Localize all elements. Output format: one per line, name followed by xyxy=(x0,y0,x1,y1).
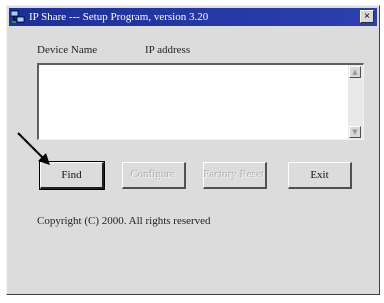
list-scrollbar[interactable]: ▲ ▼ xyxy=(348,65,363,139)
column-header-ip-address: IP address xyxy=(145,44,191,56)
factory-reset-button[interactable]: Factory Reset xyxy=(203,162,267,189)
device-list[interactable]: ▲ ▼ xyxy=(37,63,364,140)
network-app-icon xyxy=(10,10,25,24)
scroll-up-icon[interactable]: ▲ xyxy=(349,66,361,78)
scroll-down-icon[interactable]: ▼ xyxy=(349,126,361,138)
pointer-arrow-icon xyxy=(17,132,50,165)
setup-window: IP Share --- Setup Program, version 3.20… xyxy=(6,5,380,295)
window-title: IP Share --- Setup Program, version 3.20 xyxy=(29,11,209,23)
close-button[interactable]: × xyxy=(360,10,374,23)
exit-button[interactable]: Exit xyxy=(288,162,352,189)
column-header-device-name: Device Name xyxy=(37,44,98,56)
configure-button[interactable]: Configure xyxy=(122,162,186,189)
title-bar[interactable]: IP Share --- Setup Program, version 3.20… xyxy=(9,8,377,26)
copyright-text: Copyright (C) 2000. All rights reserved xyxy=(37,215,211,227)
